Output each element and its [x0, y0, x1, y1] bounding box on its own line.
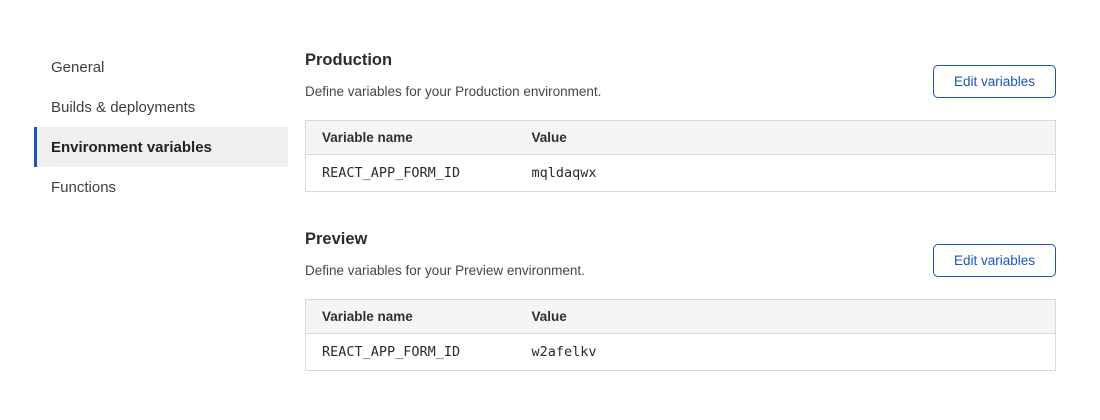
section-title-production: Production: [305, 51, 601, 70]
variable-value-cell: w2afelkv: [516, 334, 1056, 371]
column-header-variable-name: Variable name: [306, 121, 516, 155]
settings-sidebar: General Builds & deployments Environment…: [34, 47, 288, 207]
table-row: REACT_APP_FORM_ID mqldaqwx: [306, 155, 1056, 192]
table-header-row: Variable name Value: [306, 300, 1056, 334]
column-header-value: Value: [516, 300, 1056, 334]
preview-section: Preview Define variables for your Previe…: [305, 226, 1056, 371]
production-section: Production Define variables for your Pro…: [305, 47, 1056, 192]
preview-section-text: Preview Define variables for your Previe…: [305, 226, 585, 278]
production-section-text: Production Define variables for your Pro…: [305, 47, 601, 99]
production-variables-table: Variable name Value REACT_APP_FORM_ID mq…: [305, 120, 1056, 192]
variable-value-cell: mqldaqwx: [516, 155, 1056, 192]
table-header: Variable name Value: [306, 121, 1056, 155]
sidebar-item-label: Environment variables: [51, 139, 212, 156]
preview-section-header: Preview Define variables for your Previe…: [305, 226, 1056, 278]
sidebar-item-builds-deployments[interactable]: Builds & deployments: [34, 87, 288, 127]
table-header: Variable name Value: [306, 300, 1056, 334]
variable-name-cell: REACT_APP_FORM_ID: [306, 334, 516, 371]
sidebar-item-label: Builds & deployments: [51, 99, 195, 116]
edit-variables-button-production[interactable]: Edit variables: [933, 65, 1056, 98]
column-header-variable-name: Variable name: [306, 300, 516, 334]
variable-name-cell: REACT_APP_FORM_ID: [306, 155, 516, 192]
column-header-value: Value: [516, 121, 1056, 155]
environment-variables-content: Production Define variables for your Pro…: [305, 47, 1056, 371]
production-section-header: Production Define variables for your Pro…: [305, 47, 1056, 99]
preview-variables-table: Variable name Value REACT_APP_FORM_ID w2…: [305, 299, 1056, 371]
table-header-row: Variable name Value: [306, 121, 1056, 155]
sidebar-item-general[interactable]: General: [34, 47, 288, 87]
sidebar-item-label: Functions: [51, 179, 116, 196]
settings-page: General Builds & deployments Environment…: [0, 0, 1100, 371]
section-description-preview: Define variables for your Preview enviro…: [305, 263, 585, 278]
table-row: REACT_APP_FORM_ID w2afelkv: [306, 334, 1056, 371]
sidebar-item-functions[interactable]: Functions: [34, 167, 288, 207]
sidebar-item-environment-variables[interactable]: Environment variables: [34, 127, 288, 167]
sidebar-item-label: General: [51, 59, 104, 76]
section-title-preview: Preview: [305, 230, 585, 249]
edit-variables-button-preview[interactable]: Edit variables: [933, 244, 1056, 277]
section-description-production: Define variables for your Production env…: [305, 84, 601, 99]
